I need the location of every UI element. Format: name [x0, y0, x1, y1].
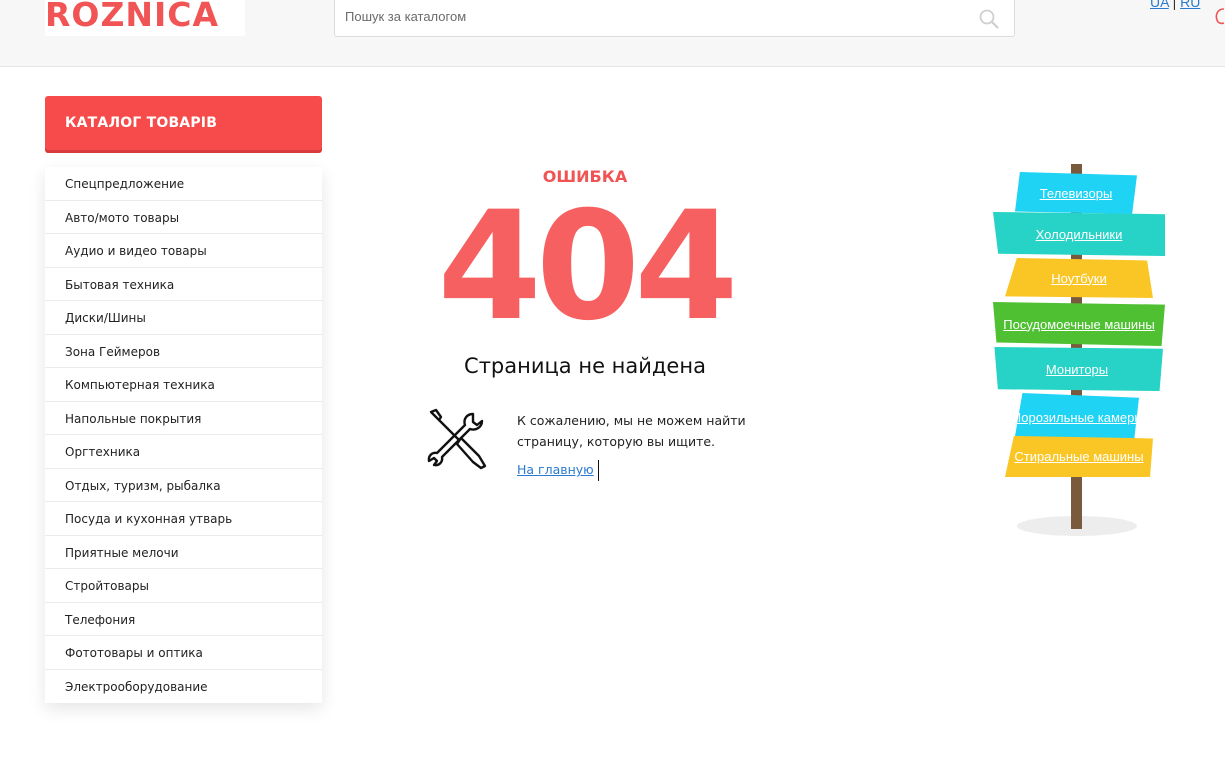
sidebar-item[interactable]: Напольные покрытия: [45, 402, 322, 435]
lang-ru-link[interactable]: RU: [1180, 0, 1200, 10]
signpost-sign[interactable]: Стиральные машины: [1005, 436, 1153, 477]
search-bar: [334, 0, 1015, 37]
home-link[interactable]: На главную: [517, 462, 594, 477]
tools-icon: [427, 408, 487, 470]
error-message: К сожалению, мы не можем найти страницу,…: [517, 413, 746, 449]
category-list: Спецпредложение Авто/мото товары Аудио и в…: [45, 167, 322, 703]
sidebar-item[interactable]: Диски/Шины: [45, 301, 322, 335]
sidebar-item[interactable]: Электрооборудование: [45, 670, 322, 704]
sidebar-item[interactable]: Посуда и кухонная утварь: [45, 502, 322, 536]
header: ROZNICA UA | RU: [0, 0, 1225, 67]
sidebar-item[interactable]: Спецпредложение: [45, 167, 322, 201]
sidebar-item[interactable]: Приятные мелочи: [45, 536, 322, 569]
catalog-button[interactable]: КАТАЛОГ ТОВАРІВ: [45, 96, 322, 150]
search-input[interactable]: [345, 5, 965, 27]
lang-separator: |: [1172, 0, 1177, 10]
logo[interactable]: ROZNICA: [45, 0, 245, 36]
sidebar-item[interactable]: Бытовая техника: [45, 268, 322, 301]
error-code: 404: [437, 180, 738, 354]
signpost-sign[interactable]: Морозильные камеры: [1015, 393, 1139, 441]
sidebar-item[interactable]: Телефония: [45, 603, 322, 636]
signpost-sign[interactable]: Телевизоры: [1015, 172, 1137, 214]
sidebar-item[interactable]: Авто/мото товары: [45, 201, 322, 234]
sidebar-item[interactable]: Зона Геймеров: [45, 335, 322, 368]
cart-icon[interactable]: [1212, 6, 1225, 26]
sidebar-item[interactable]: Оргтехника: [45, 435, 322, 469]
sidebar-item[interactable]: Отдых, туризм, рыбалка: [45, 469, 322, 502]
signpost-sign[interactable]: Ноутбуки: [1005, 258, 1153, 298]
signpost-sign[interactable]: Посудомоечные машины: [993, 302, 1165, 346]
signpost-sign[interactable]: Холодильники: [993, 212, 1165, 256]
sidebar-item[interactable]: Фототовары и оптика: [45, 636, 322, 670]
signpost-sign[interactable]: Мониторы: [994, 347, 1163, 391]
text-cursor: [598, 460, 599, 481]
language-switcher: UA | RU: [1150, 0, 1200, 10]
page-title: Страница не найдена: [464, 354, 706, 378]
sidebar-item[interactable]: Аудио и видео товары: [45, 234, 322, 268]
sidebar-item[interactable]: Стройтовары: [45, 569, 322, 603]
search-icon[interactable]: [978, 8, 1000, 30]
category-signpost: Телевизоры Холодильники Ноутбуки Посудомоеч…: [985, 160, 1170, 540]
sidebar-item[interactable]: Компьютерная техника: [45, 368, 322, 402]
lang-ua-link[interactable]: UA: [1150, 0, 1169, 10]
